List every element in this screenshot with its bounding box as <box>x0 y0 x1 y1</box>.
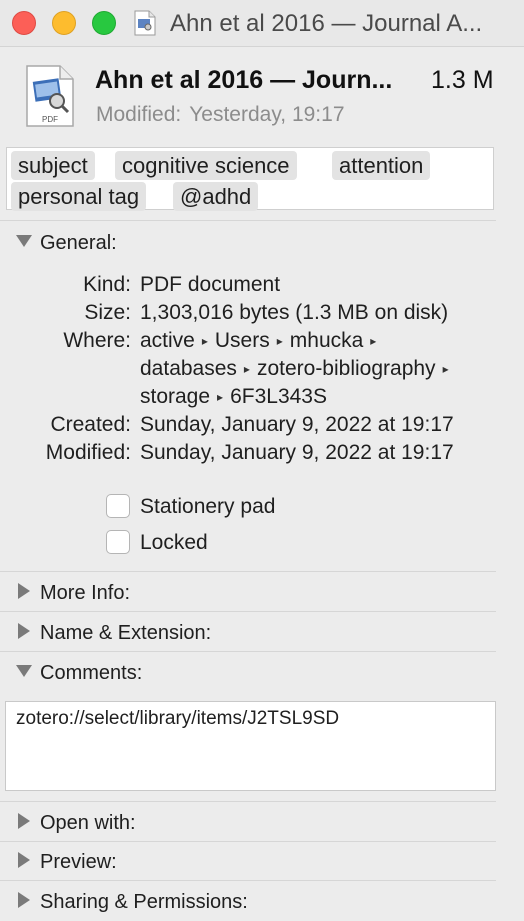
path-arrow-icon: ▸ <box>243 362 250 376</box>
section-comments[interactable]: Comments: <box>0 654 524 692</box>
disclosure-open-icon[interactable] <box>16 665 32 677</box>
zoom-window-button[interactable] <box>92 11 116 35</box>
modified-value: Sunday, January 9, 2022 at 19:17 <box>140 441 454 464</box>
modified-value: Yesterday, 19:17 <box>189 103 345 126</box>
tag-cognitive-science[interactable]: cognitive science <box>115 151 297 180</box>
divider <box>0 220 496 221</box>
where-path-line-3: storage ▸ 6F3L343S <box>140 385 327 409</box>
comments-text: zotero://select/library/items/J2TSL9SD <box>16 708 340 729</box>
disclosure-closed-icon[interactable] <box>18 852 30 868</box>
path-segment: Users <box>214 329 270 352</box>
locked-checkbox[interactable] <box>106 530 130 554</box>
stationery-pad-label: Stationery pad <box>140 495 276 518</box>
disclosure-closed-icon[interactable] <box>18 813 30 829</box>
path-segment: zotero-bibliography <box>256 357 436 380</box>
kind-label: Kind: <box>83 273 131 296</box>
path-segment: storage <box>140 385 211 408</box>
pdf-document-icon <box>134 10 156 36</box>
header-modified: Modified: Yesterday, 19:17 <box>96 103 345 127</box>
window-title: Ahn et al 2016 — Journal A... <box>170 10 483 37</box>
tag-personal-tag[interactable]: personal tag <box>11 182 147 211</box>
info-header: PDF Ahn et al 2016 — Journ... 1.3 M Modi… <box>0 46 524 142</box>
created-value: Sunday, January 9, 2022 at 19:17 <box>140 413 454 436</box>
divider <box>0 651 496 652</box>
section-more-info-label: More Info: <box>40 582 131 604</box>
divider <box>0 880 496 881</box>
path-arrow-icon: ▸ <box>276 334 283 348</box>
pdf-label: PDF <box>42 115 58 124</box>
pdf-file-icon: PDF <box>26 65 74 127</box>
disclosure-open-icon[interactable] <box>16 235 32 247</box>
section-name-extension-label: Name & Extension: <box>40 622 212 644</box>
divider <box>0 801 496 802</box>
tag-subject[interactable]: subject <box>11 151 95 180</box>
path-arrow-icon: ▸ <box>442 362 449 376</box>
section-preview-label: Preview: <box>40 851 117 873</box>
path-segment: 6F3L343S <box>230 385 327 408</box>
path-arrow-icon: ▸ <box>370 334 377 348</box>
section-comments-label: Comments: <box>40 662 143 684</box>
size-value: 1,303,016 bytes (1.3 MB on disk) <box>140 301 449 324</box>
path-segment: active <box>140 329 195 352</box>
comments-textarea[interactable]: zotero://select/library/items/J2TSL9SD <box>5 701 496 791</box>
section-preview[interactable]: Preview: <box>0 843 524 881</box>
modified-label: Modified: <box>96 103 182 126</box>
section-more-info[interactable]: More Info: <box>0 574 524 612</box>
where-path-line-2: databases ▸ zotero-bibliography ▸ <box>140 357 456 381</box>
section-sharing-permissions[interactable]: Sharing & Permissions: <box>0 883 524 921</box>
where-label: Where: <box>63 329 131 352</box>
created-label: Created: <box>50 413 131 436</box>
path-segment: databases <box>140 357 237 380</box>
stationery-pad-checkbox[interactable] <box>106 494 130 518</box>
close-window-button[interactable] <box>12 11 36 35</box>
section-general[interactable]: General: <box>0 224 524 262</box>
tag-attention[interactable]: attention <box>332 151 431 180</box>
section-sharing-label: Sharing & Permissions: <box>40 891 248 913</box>
disclosure-closed-icon[interactable] <box>18 583 30 599</box>
file-size: 1.3 M <box>431 66 494 94</box>
path-arrow-icon: ▸ <box>217 390 224 404</box>
divider <box>0 571 496 572</box>
disclosure-closed-icon[interactable] <box>18 623 30 639</box>
file-name: Ahn et al 2016 — Journ... <box>95 66 393 94</box>
divider <box>0 841 496 842</box>
section-open-with[interactable]: Open with: <box>0 804 524 842</box>
title-bar: Ahn et al 2016 — Journal A... <box>0 0 524 47</box>
tags-field[interactable]: subject cognitive science attention pers… <box>6 147 494 211</box>
locked-label: Locked <box>140 531 208 554</box>
disclosure-closed-icon[interactable] <box>18 892 30 908</box>
divider <box>0 611 496 612</box>
where-path-line-1: active ▸ Users ▸ mhucka ▸ <box>140 329 383 353</box>
tag-adhd[interactable]: @adhd <box>173 182 259 211</box>
modified-label: Modified: <box>45 441 131 464</box>
kind-value: PDF document <box>140 273 281 296</box>
path-segment: mhucka <box>289 329 364 352</box>
size-label: Size: <box>84 301 131 324</box>
section-name-extension[interactable]: Name & Extension: <box>0 614 524 652</box>
section-general-label: General: <box>40 232 117 254</box>
section-open-with-label: Open with: <box>40 812 136 834</box>
minimize-window-button[interactable] <box>52 11 76 35</box>
path-arrow-icon: ▸ <box>201 334 208 348</box>
